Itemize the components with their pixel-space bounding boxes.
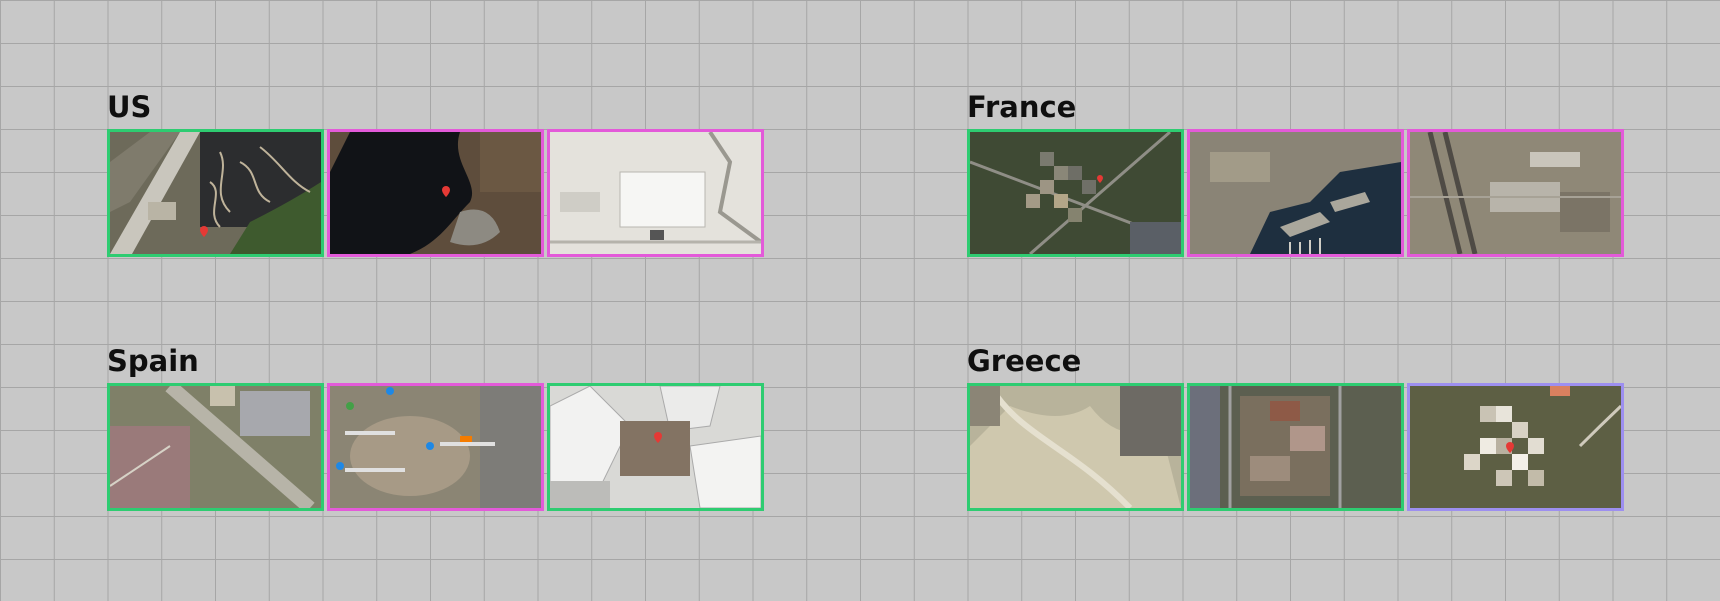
- satellite-tile-pixelated-field[interactable]: [967, 129, 1184, 257]
- image-row: [107, 129, 764, 257]
- satellite-tile-greenhouse-complex[interactable]: [547, 383, 764, 511]
- satellite-tile-suburban-airport[interactable]: [107, 383, 324, 511]
- satellite-tile-dark-reservoir[interactable]: [327, 129, 544, 257]
- group-title: France: [967, 90, 1077, 124]
- satellite-tile-pixelated-compound[interactable]: [1187, 383, 1404, 511]
- satellite-tile-pale-hillside[interactable]: [967, 383, 1184, 511]
- image-grid-board: { "groups": [ {"label": "US", "tiles": […: [0, 0, 1720, 601]
- satellite-tile-pixelated-forest-site[interactable]: [1407, 383, 1624, 511]
- satellite-tile-harbor-marina[interactable]: [1187, 129, 1404, 257]
- group-title: Spain: [107, 344, 199, 378]
- image-row: [967, 383, 1624, 511]
- satellite-tile-airfield-base[interactable]: [1407, 129, 1624, 257]
- image-row: [967, 129, 1624, 257]
- satellite-tile-industrial-warehouse[interactable]: [547, 129, 764, 257]
- satellite-tile-blurred-map-site[interactable]: [327, 383, 544, 511]
- group-title: Greece: [967, 344, 1082, 378]
- group-title: US: [107, 90, 152, 124]
- image-row: [107, 383, 764, 511]
- satellite-tile-coal-ash-pond[interactable]: [107, 129, 324, 257]
